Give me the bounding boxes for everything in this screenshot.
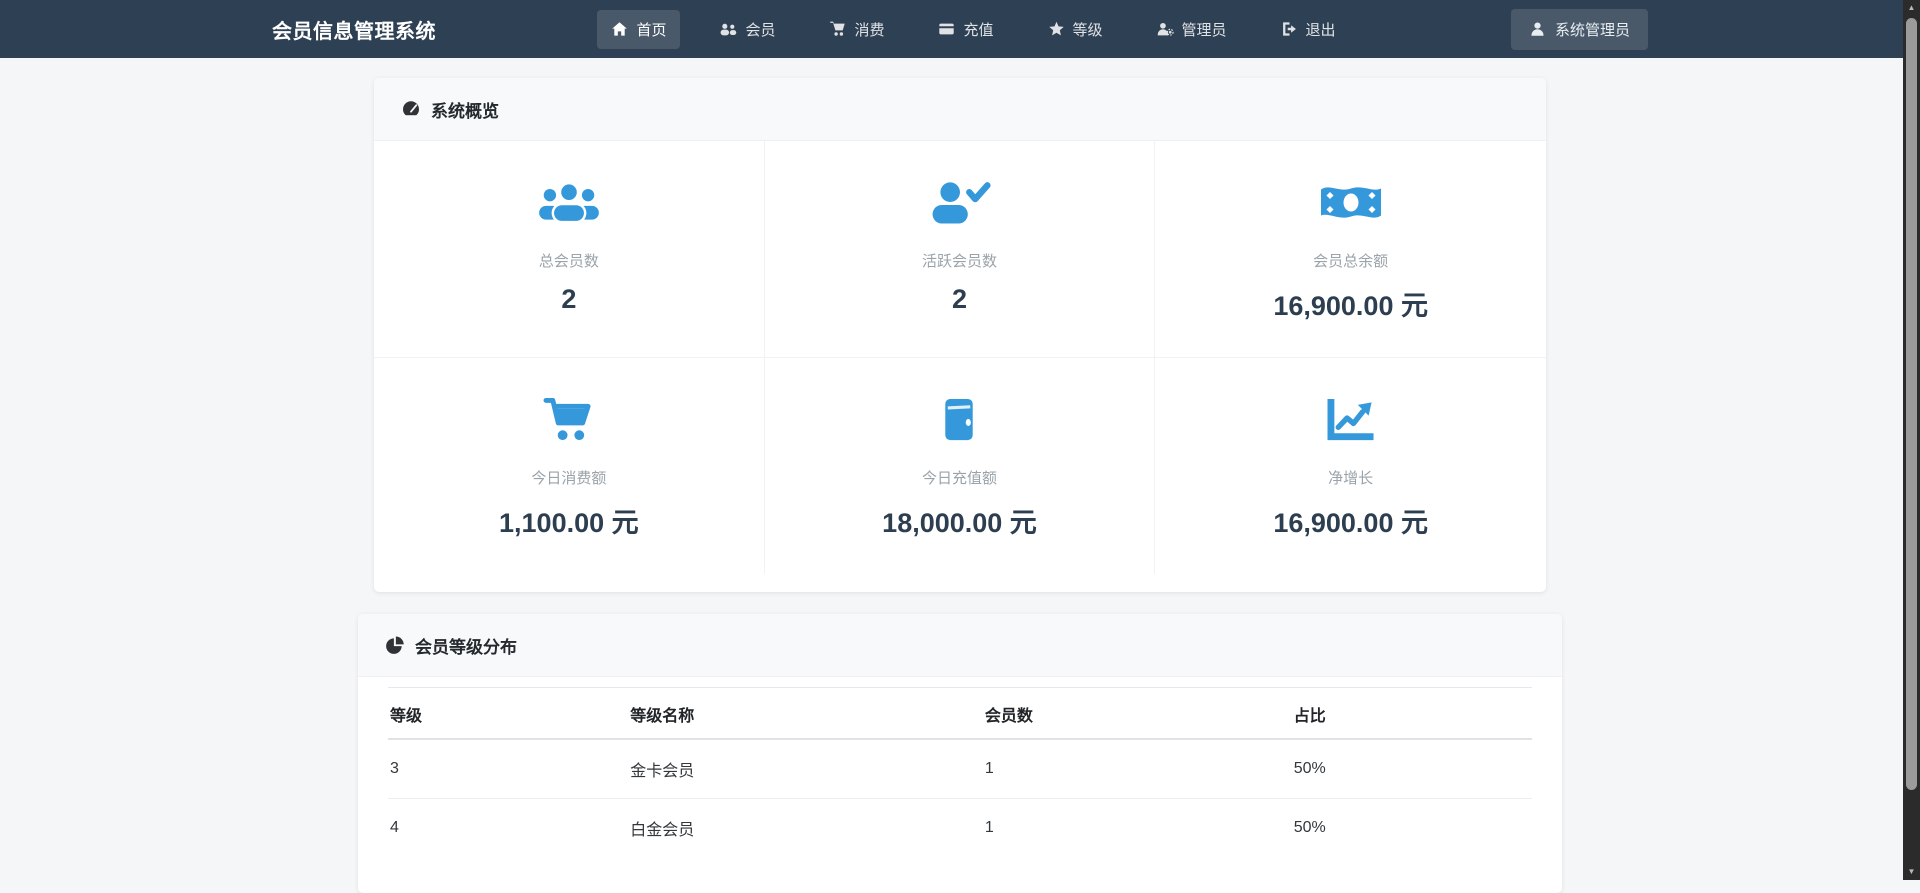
stat-tile: 活跃会员数 2 [764,141,1156,358]
stat-value: 2 [951,284,967,314]
overview-card-header: 系统概览 [374,78,1546,141]
level-distribution-table: 等级 等级名称 会员数 占比 3 金卡会员 1 50% 4 白金会员 1 50% [388,687,1532,857]
scrollbar-thumb[interactable] [1906,18,1917,790]
distribution-card-body: 等级 等级名称 会员数 占比 3 金卡会员 1 50% 4 白金会员 1 50% [358,677,1562,893]
nav-menu: 首页 会员 消费 充值 等级 管理员 退出 [436,9,1511,49]
user-icon [1529,21,1546,37]
navbar-inner: 会员信息管理系统 首页 会员 消费 充值 等级 管理员 退出 系统管理员 [272,0,1648,58]
logout-icon [1281,21,1298,37]
level-icon [1048,21,1065,37]
money-bill-icon [1319,179,1383,226]
column-header: 占比 [1291,687,1532,740]
nav-item-logout[interactable]: 退出 [1267,10,1350,49]
stat-tile: 今日消费额 1,100.00 元 [374,358,765,574]
table-cell: 50% [1293,760,1326,777]
scroll-up-icon[interactable]: ▲ [1903,0,1920,16]
nav-item-recharge[interactable]: 充值 [924,10,1007,49]
pie-chart-icon [385,636,405,654]
table-cell: 3 [390,760,399,777]
table-body: 3 金卡会员 1 50% 4 白金会员 1 50% [388,739,1532,857]
stat-label: 会员总余额 [1313,253,1389,270]
table-cell: 白金会员 [628,798,983,857]
column-header: 会员数 [982,687,1292,740]
table-header-row: 等级 等级名称 会员数 占比 [388,687,1532,740]
table-row: 4 白金会员 1 50% [388,798,1532,857]
nav-item-home[interactable]: 首页 [597,9,681,49]
user-menu-button[interactable]: 系统管理员 [1510,8,1648,50]
users-group-icon [537,179,601,226]
chart-line-icon [1319,396,1383,443]
stat-value: 2 [561,284,577,314]
main-content: 系统概览 总会员数 2 活跃会员数 2 会员总余额 16,900.00 元 今日… [358,78,1562,893]
shopping-cart-icon [537,396,601,443]
stat-tile: 净增长 16,900.00 元 [1155,358,1546,574]
table-row: 3 金卡会员 1 50% [388,739,1532,799]
stat-tile: 总会员数 2 [374,141,765,358]
table-cell: 4 [388,798,629,857]
stat-value: 16,900.00 元 [1273,291,1428,321]
stat-tile: 今日充值额 18,000.00 元 [765,358,1156,574]
nav-item-consume[interactable]: 消费 [815,10,898,49]
scrollbar[interactable]: ▲ ▼ [1903,0,1920,880]
table-cell: 1 [982,798,1292,857]
stat-value: 16,900.00 元 [1273,508,1428,538]
consume-icon [829,21,846,37]
stat-value: 1,100.00 元 [499,508,639,538]
stat-tile: 会员总余额 16,900.00 元 [1155,141,1546,358]
overview-card: 系统概览 总会员数 2 活跃会员数 2 会员总余额 16,900.00 元 今日… [374,78,1546,592]
nav-item-level[interactable]: 等级 [1034,10,1117,49]
column-header: 等级 [388,687,629,740]
nav-item-members[interactable]: 会员 [706,10,789,49]
stat-label: 今日消费额 [531,470,607,487]
home-icon [611,21,628,37]
table-cell: 1 [984,760,994,777]
overview-title: 系统概览 [431,101,499,121]
navbar: 会员信息管理系统 首页 会员 消费 充值 等级 管理员 退出 系统管理员 [0,0,1920,58]
column-header: 等级名称 [628,687,983,740]
stat-value: 18,000.00 元 [882,508,1037,538]
stat-label: 总会员数 [538,253,599,270]
stat-label: 活跃会员数 [921,253,997,270]
app-title: 会员信息管理系统 [272,20,436,43]
nav-item-admin[interactable]: 管理员 [1143,10,1241,49]
members-icon [720,21,737,37]
table-cell: 50% [1291,798,1532,857]
distribution-card-header: 会员等级分布 [358,614,1562,677]
scroll-down-icon[interactable]: ▼ [1903,864,1920,880]
tachometer-icon [401,100,421,118]
stats-grid: 总会员数 2 活跃会员数 2 会员总余额 16,900.00 元 今日消费额 1… [374,141,1546,574]
table-cell: 金卡会员 [630,763,695,780]
distribution-title: 会员等级分布 [415,637,517,657]
stat-label: 净增长 [1328,470,1374,487]
user-check-icon [927,179,991,226]
recharge-icon [938,21,955,37]
level-distribution-card: 会员等级分布 等级 等级名称 会员数 占比 3 金卡会员 1 50% 4 白金会员 1 50% [358,614,1562,893]
stat-label: 今日充值额 [921,470,997,487]
admin-icon [1157,21,1174,37]
user-menu-label: 系统管理员 [1554,21,1630,39]
wallet-icon [927,396,991,443]
